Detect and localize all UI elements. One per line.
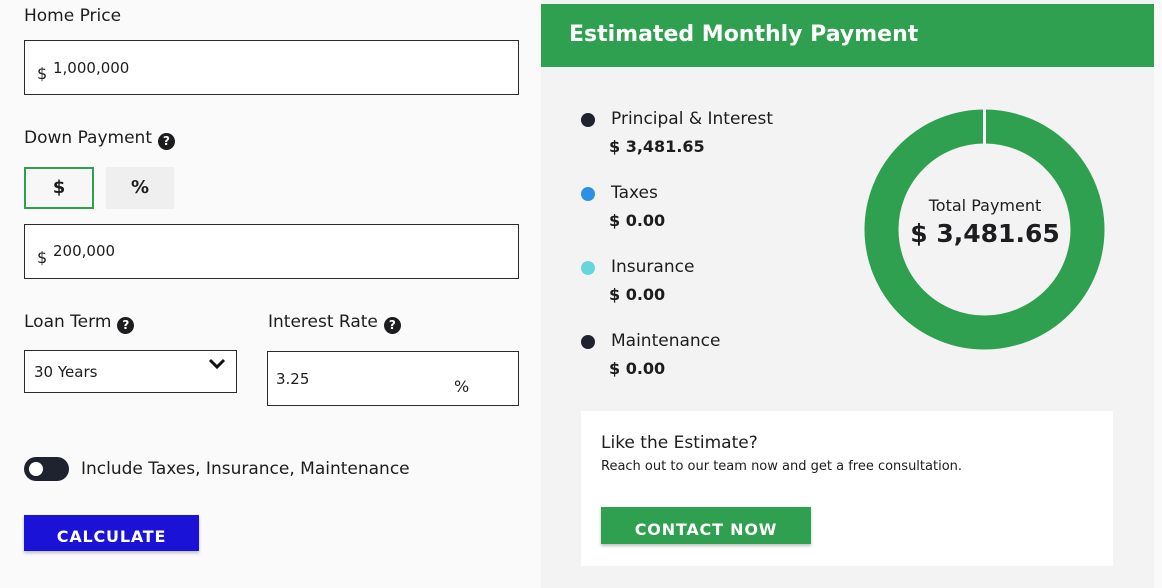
down-payment-dollar-toggle[interactable]: $ — [24, 167, 94, 209]
down-payment-input[interactable]: $ 200,000 — [24, 224, 519, 279]
help-icon[interactable]: ? — [383, 317, 401, 334]
loan-term-value: 30 Years — [34, 363, 98, 381]
interest-rate-value: 3.25 — [276, 370, 310, 388]
percent-unit: % — [454, 377, 470, 396]
legend-name-principal: Principal & Interest — [611, 109, 774, 129]
legend-name-insurance: Insurance — [611, 257, 695, 277]
total-payment-value: $ 3,481.65 — [910, 219, 1060, 248]
legend-dot-taxes — [581, 187, 595, 201]
loan-term-select[interactable]: 30 Years — [24, 350, 237, 393]
loan-term-label: Loan Term? — [24, 312, 135, 334]
legend-dot-principal — [581, 113, 595, 127]
down-payment-percent-toggle[interactable]: % — [106, 167, 174, 209]
interest-rate-label: Interest Rate? — [268, 312, 401, 334]
legend-value-principal: $ 3,481.65 — [609, 137, 705, 156]
down-payment-value: 200,000 — [53, 242, 116, 260]
total-payment-label: Total Payment — [928, 196, 1042, 215]
interest-rate-label-text: Interest Rate — [268, 312, 378, 332]
currency-symbol: $ — [37, 248, 48, 267]
home-price-input[interactable]: $ 1,000,000 — [24, 40, 519, 95]
chevron-down-icon — [208, 358, 226, 370]
contact-now-button[interactable]: CONTACT NOW — [601, 507, 811, 544]
help-icon[interactable]: ? — [158, 133, 175, 150]
legend-value-maintenance: $ 0.00 — [609, 359, 666, 378]
help-icon[interactable]: ? — [117, 317, 135, 334]
include-extras-toggle[interactable] — [24, 457, 69, 481]
legend-name-maintenance: Maintenance — [611, 331, 721, 351]
calculate-button[interactable]: CALCULATE — [24, 515, 199, 551]
results-header: Estimated Monthly Payment — [541, 4, 1154, 67]
loan-term-label-text: Loan Term — [24, 312, 112, 332]
legend-dot-insurance — [581, 261, 595, 275]
home-price-value: 1,000,000 — [53, 59, 130, 77]
cta-card: Like the Estimate? Reach out to our team… — [581, 411, 1113, 566]
currency-symbol: $ — [37, 64, 48, 83]
legend-value-taxes: $ 0.00 — [609, 211, 666, 230]
cta-text: Reach out to our team now and get a free… — [601, 459, 963, 474]
results-title: Estimated Monthly Payment — [569, 22, 919, 47]
legend-value-insurance: $ 0.00 — [609, 285, 666, 304]
down-payment-label: Down Payment? — [24, 128, 175, 150]
cta-title: Like the Estimate? — [601, 433, 758, 453]
interest-rate-input[interactable]: 3.25 % — [267, 351, 519, 406]
home-price-label: Home Price — [24, 6, 122, 26]
legend-dot-maintenance — [581, 335, 595, 349]
include-extras-label: Include Taxes, Insurance, Maintenance — [81, 459, 410, 479]
toggle-knob — [29, 462, 43, 476]
legend-name-taxes: Taxes — [611, 183, 658, 203]
down-payment-label-text: Down Payment — [24, 128, 152, 148]
